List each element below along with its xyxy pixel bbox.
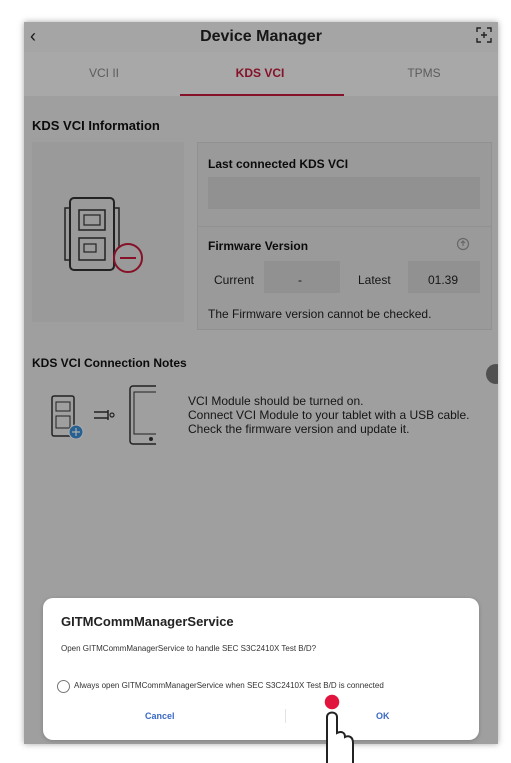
device-screen: ‹ Device Manager VCI II KDS VCI TPMS KDS… xyxy=(24,22,498,744)
tap-hand-icon xyxy=(323,693,354,763)
cancel-button[interactable]: Cancel xyxy=(145,711,175,721)
button-divider xyxy=(285,709,286,723)
always-open-label[interactable]: Always open GITMCommManagerService when … xyxy=(74,681,384,690)
dialog-message: Open GITMCommManagerService to handle SE… xyxy=(61,644,317,653)
dialog-title: GITMCommManagerService xyxy=(61,614,234,629)
usb-permission-dialog: GITMCommManagerService Open GITMCommMana… xyxy=(43,598,479,740)
always-open-checkbox[interactable] xyxy=(57,680,70,693)
ok-button[interactable]: OK xyxy=(376,711,390,721)
